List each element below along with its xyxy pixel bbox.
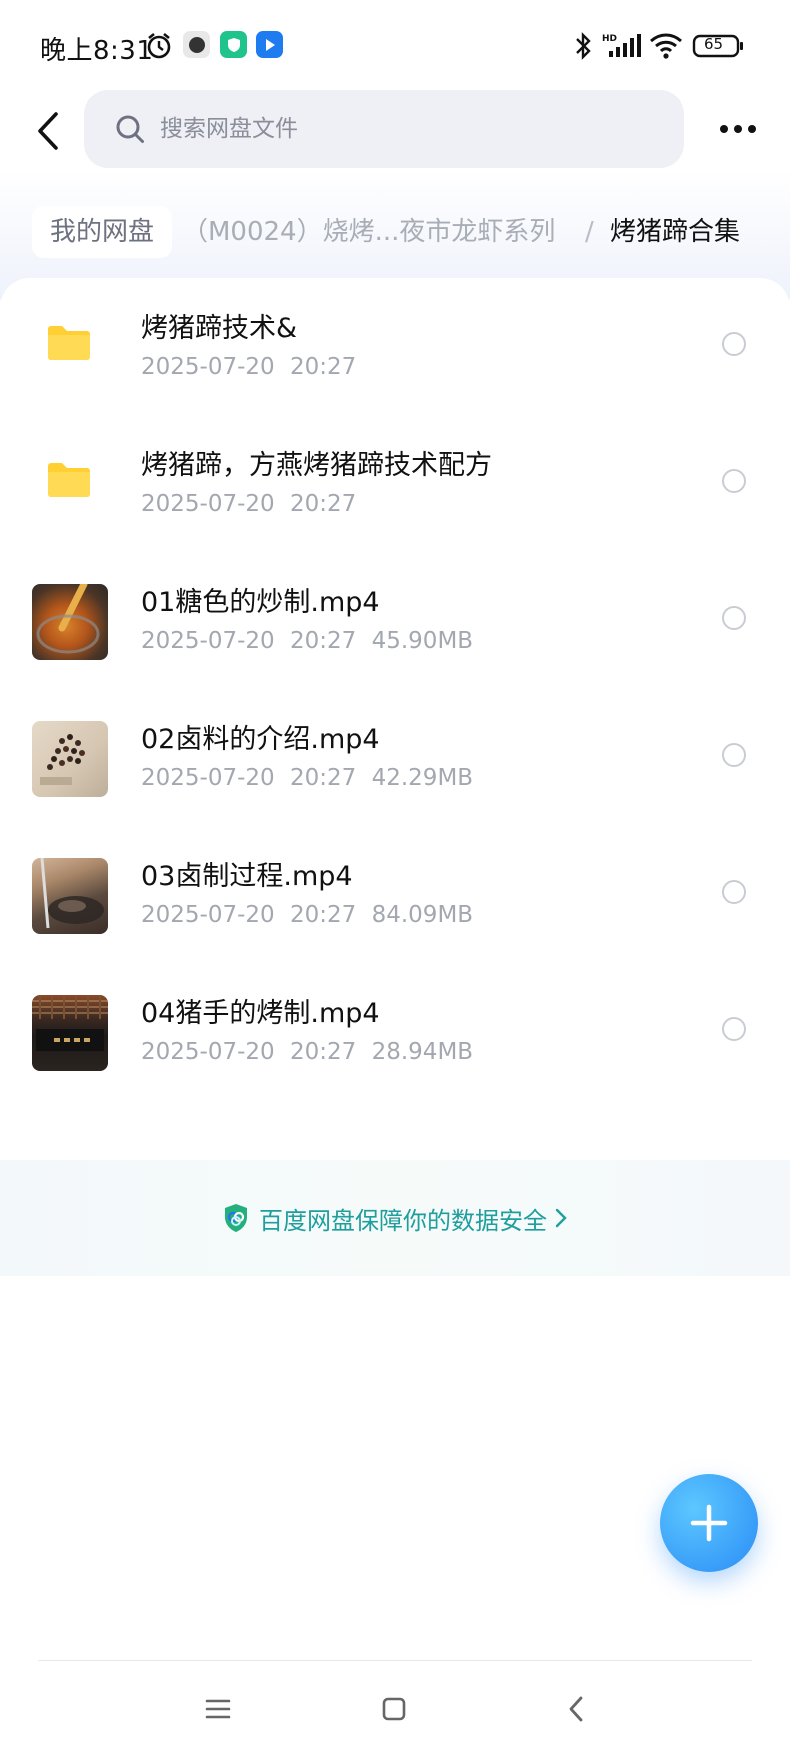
file-date: 2025-07-20	[141, 902, 275, 928]
signal-hd-icon: HD	[601, 30, 643, 62]
nav-back-button[interactable]	[554, 1690, 598, 1728]
plus-icon	[690, 1504, 728, 1542]
file-date: 2025-07-20	[141, 765, 275, 791]
nav-home-button[interactable]	[372, 1690, 416, 1728]
select-checkbox[interactable]	[722, 880, 746, 904]
file-time: 20:27	[289, 1039, 357, 1065]
back-triangle-icon	[569, 1696, 583, 1722]
svg-text:HD: HD	[602, 34, 617, 44]
add-button[interactable]	[660, 1474, 758, 1572]
file-meta: 2025-07-20 20:27 84.09MB	[141, 902, 473, 928]
breadcrumb-separator: /	[585, 217, 594, 247]
battery-icon: 65	[692, 30, 746, 62]
status-bar: 晚上8:31 HD 65	[0, 0, 790, 92]
file-size: 84.09MB	[371, 902, 474, 928]
search-input[interactable]	[160, 116, 640, 142]
file-row-video[interactable]: 04猪手的烤制.mp4 2025-07-20 20:27 28.94MB	[0, 963, 790, 1099]
home-square-icon	[382, 1697, 406, 1721]
file-time: 20:27	[289, 902, 357, 928]
more-dot-icon	[748, 125, 756, 133]
shield-app-icon	[220, 31, 247, 58]
file-name: 01糖色的炒制.mp4	[141, 587, 380, 618]
file-row-folder[interactable]: 烤猪蹄技术& 2025-07-20 20:27	[0, 278, 790, 414]
file-size: 45.90MB	[371, 628, 474, 654]
file-name: 04猪手的烤制.mp4	[141, 998, 380, 1029]
file-date: 2025-07-20	[141, 628, 275, 654]
file-row-folder[interactable]: 烤猪蹄，方燕烤猪蹄技术配方 2025-07-20 20:27	[0, 415, 790, 551]
app-dot-icon	[183, 31, 210, 58]
file-meta: 2025-07-20 20:27 28.94MB	[141, 1039, 473, 1065]
file-date: 2025-07-20	[141, 1039, 275, 1065]
shield-icon	[225, 1204, 247, 1232]
wifi-icon	[648, 30, 684, 62]
file-time: 20:27	[289, 354, 357, 380]
file-list: 烤猪蹄技术& 2025-07-20 20:27 烤猪蹄，方燕烤猪蹄技术配方 20…	[0, 278, 790, 1278]
status-time: 晚上8:31	[40, 36, 154, 66]
video-thumbnail	[32, 995, 108, 1071]
back-button[interactable]	[26, 106, 70, 156]
file-date: 2025-07-20	[141, 354, 275, 380]
nav-divider	[38, 1660, 752, 1661]
file-name: 02卤料的介绍.mp4	[141, 724, 380, 755]
file-size: 42.29MB	[371, 765, 474, 791]
file-row-video[interactable]: 03卤制过程.mp4 2025-07-20 20:27 84.09MB	[0, 826, 790, 962]
file-row-video[interactable]: 01糖色的炒制.mp4 2025-07-20 20:27 45.90MB	[0, 552, 790, 688]
folder-icon	[48, 326, 90, 360]
file-name: 烤猪蹄技术&	[141, 313, 298, 344]
file-size: 28.94MB	[371, 1039, 474, 1065]
search-bar[interactable]	[84, 90, 684, 168]
video-thumbnail	[32, 858, 108, 934]
bluetooth-icon	[572, 30, 594, 62]
select-checkbox[interactable]	[722, 1017, 746, 1041]
file-time: 20:27	[289, 765, 357, 791]
folder-icon	[48, 463, 90, 497]
security-banner[interactable]: 百度网盘保障你的数据安全	[0, 1160, 790, 1276]
search-icon	[116, 115, 144, 143]
file-time: 20:27	[289, 491, 357, 517]
breadcrumb-root[interactable]: 我的网盘	[32, 206, 173, 258]
file-name: 烤猪蹄，方燕烤猪蹄技术配方	[141, 450, 492, 481]
more-dot-icon	[720, 125, 728, 133]
select-checkbox[interactable]	[722, 469, 746, 493]
file-meta: 2025-07-20 20:27 42.29MB	[141, 765, 473, 791]
file-row-video[interactable]: 02卤料的介绍.mp4 2025-07-20 20:27 42.29MB	[0, 689, 790, 825]
file-date: 2025-07-20	[141, 491, 275, 517]
file-name: 03卤制过程.mp4	[141, 861, 353, 892]
more-options-button[interactable]	[714, 112, 762, 146]
blue-app-icon	[256, 31, 283, 58]
file-meta: 2025-07-20 20:27 45.90MB	[141, 628, 473, 654]
video-thumbnail	[32, 721, 108, 797]
select-checkbox[interactable]	[722, 606, 746, 630]
security-text: 百度网盘保障你的数据安全	[259, 1206, 547, 1235]
chevron-right-icon	[555, 1208, 567, 1228]
video-thumbnail	[32, 584, 108, 660]
more-dot-icon	[734, 125, 742, 133]
chevron-left-icon	[38, 112, 58, 150]
breadcrumb: 我的网盘 （M0024）烧烤...夜市龙虾系列 / 烤猪蹄合集	[32, 206, 772, 262]
nav-menu-button[interactable]	[196, 1690, 240, 1728]
breadcrumb-current: 烤猪蹄合集	[610, 217, 741, 247]
file-meta: 2025-07-20 20:27	[141, 491, 356, 517]
breadcrumb-parent[interactable]: （M0024）烧烤...夜市龙虾系列	[182, 206, 555, 258]
file-time: 20:27	[289, 628, 357, 654]
battery-level: 65	[704, 35, 724, 53]
select-checkbox[interactable]	[722, 743, 746, 767]
menu-icon	[205, 1699, 231, 1719]
file-meta: 2025-07-20 20:27	[141, 354, 356, 380]
alarm-icon	[143, 30, 175, 62]
select-checkbox[interactable]	[722, 332, 746, 356]
